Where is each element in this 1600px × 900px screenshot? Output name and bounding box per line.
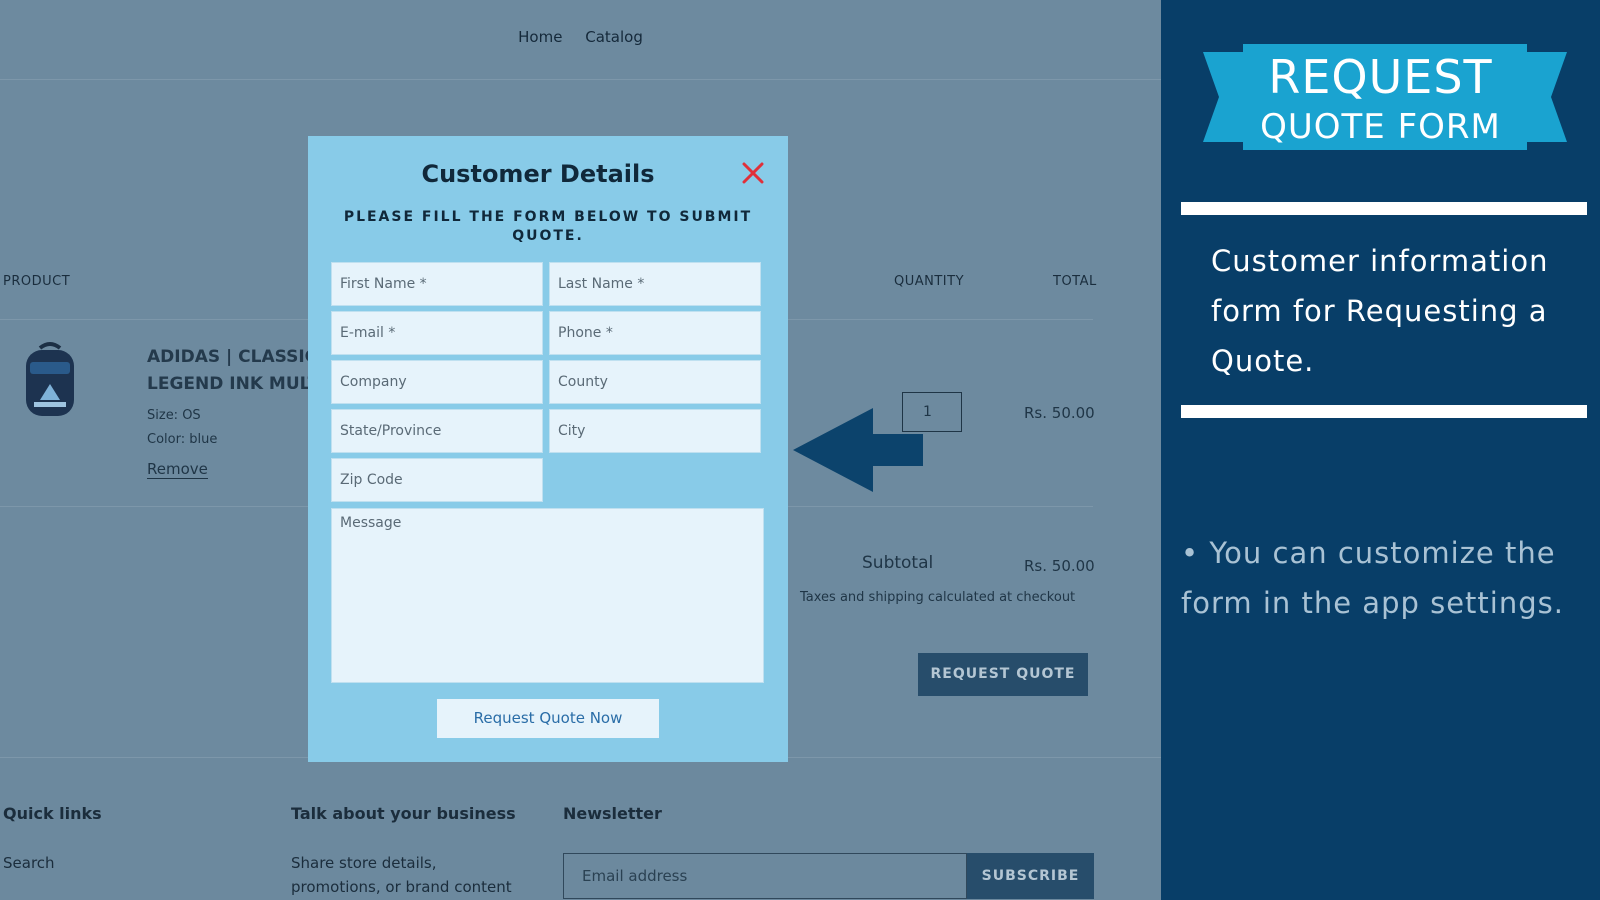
message-field[interactable]: Message (331, 508, 764, 683)
newsletter-email-input[interactable]: Email address (563, 853, 967, 899)
first-name-field[interactable]: First Name * (331, 262, 543, 306)
tax-note: Taxes and shipping calculated at checkou… (800, 590, 1076, 605)
business-title: Talk about your business (291, 804, 516, 823)
footer: Quick links Search Talk about your busin… (0, 757, 1161, 900)
modal-title: Customer Details (421, 160, 655, 188)
email-field[interactable]: E-mail * (331, 311, 543, 355)
business-text: Share store details, promotions, or bran… (291, 851, 512, 899)
zip-code-field[interactable]: Zip Code (331, 458, 543, 502)
city-field[interactable]: City (549, 409, 761, 453)
line-total: Rs. 50.00 (1024, 404, 1095, 422)
request-quote-now-button[interactable]: Request Quote Now (437, 699, 659, 738)
main-nav: Home Catalog (0, 28, 1161, 46)
left-arrow-icon (793, 408, 923, 492)
ribbon-title-line2: QUOTE FORM (1260, 107, 1501, 147)
footer-search-link[interactable]: Search (3, 851, 55, 875)
ribbon-title-line1: REQUEST (1268, 50, 1493, 104)
nav-home[interactable]: Home (518, 28, 562, 46)
business-text-line1: Share store details, (291, 854, 437, 872)
nav-catalog[interactable]: Catalog (585, 28, 643, 46)
panel-note: • You can customize the form in the app … (1181, 536, 1564, 620)
state-field[interactable]: State/Province (331, 409, 543, 453)
quick-links-title: Quick links (3, 804, 102, 823)
customer-details-modal: Customer Details PLEASE FILL THE FORM BE… (308, 136, 788, 762)
panel-description: Customer information form for Requesting… (1211, 244, 1549, 378)
close-icon[interactable] (740, 160, 766, 186)
product-title[interactable]: ADIDAS | CLASSIC LEGEND INK MULT (147, 344, 327, 398)
remove-link[interactable]: Remove (147, 460, 208, 479)
product-title-line1: ADIDAS | CLASSIC (147, 347, 318, 367)
company-field[interactable]: Company (331, 360, 543, 404)
nav-divider (0, 79, 1161, 80)
phone-field[interactable]: Phone * (549, 311, 761, 355)
business-text-line2: promotions, or brand content (291, 878, 512, 896)
subtotal-label: Subtotal (862, 553, 934, 573)
promo-panel: REQUEST QUOTE FORM Customer information … (1161, 0, 1600, 900)
last-name-field[interactable]: Last Name * (549, 262, 761, 306)
subscribe-button[interactable]: SUBSCRIBE (967, 853, 1094, 899)
panel-divider-bottom (1181, 405, 1587, 418)
request-quote-button[interactable]: REQUEST QUOTE (918, 653, 1088, 696)
product-color: Color: blue (147, 432, 218, 447)
product-title-line2: LEGEND INK MULT (147, 374, 320, 394)
product-size: Size: OS (147, 408, 201, 423)
header-total: TOTAL (1053, 274, 1097, 289)
panel-divider-top (1181, 202, 1587, 215)
county-field[interactable]: County (549, 360, 761, 404)
newsletter-title: Newsletter (563, 804, 662, 823)
header-quantity: QUANTITY (894, 274, 965, 289)
header-product: PRODUCT (3, 274, 71, 289)
modal-subtitle: PLEASE FILL THE FORM BELOW TO SUBMIT QUO… (343, 209, 753, 244)
backpack-icon (26, 342, 74, 416)
subtotal-value: Rs. 50.00 (1024, 557, 1095, 575)
